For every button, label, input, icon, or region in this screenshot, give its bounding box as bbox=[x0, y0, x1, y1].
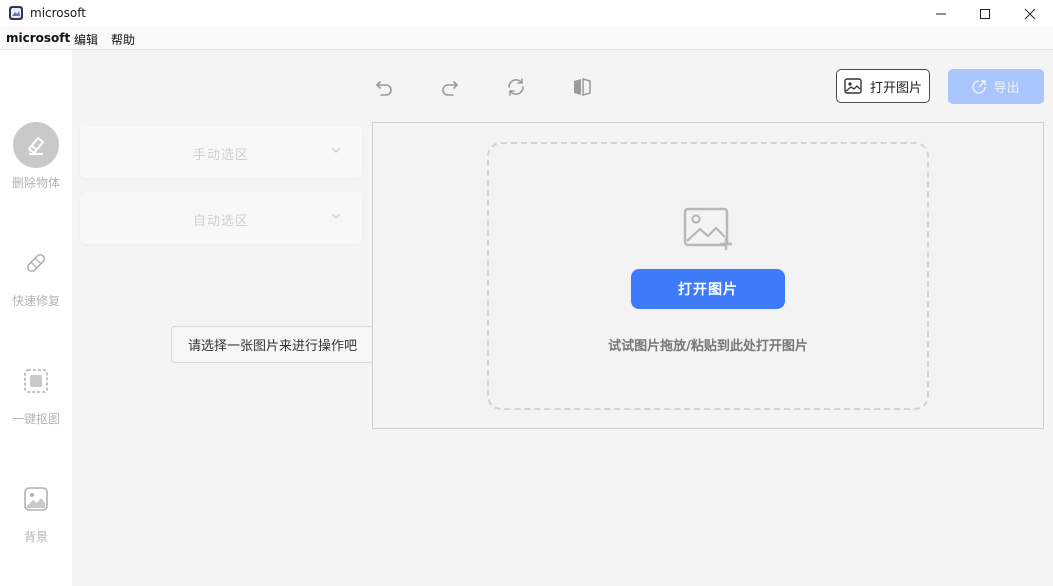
cutout-icon bbox=[13, 358, 59, 404]
chevron-down-icon bbox=[331, 147, 341, 153]
sidebar-item-quick-fix[interactable]: 快速修复 bbox=[0, 240, 72, 309]
minimize-button[interactable] bbox=[918, 0, 964, 27]
background-image-icon bbox=[13, 476, 59, 522]
sidebar-item-label: 一键抠图 bbox=[11, 412, 60, 426]
compare-button[interactable] bbox=[569, 74, 595, 100]
drop-hint: 试试图片拖放/粘贴到此处打开图片 bbox=[608, 339, 808, 354]
sidebar-item-background[interactable]: 背景 bbox=[0, 476, 72, 545]
menu-help[interactable]: 帮助 bbox=[111, 31, 135, 48]
title-bar: microsoft bbox=[0, 0, 1053, 27]
auto-selection-panel[interactable]: 自动选区 bbox=[80, 192, 362, 244]
redo-icon bbox=[442, 81, 458, 96]
sidebar-item-label: 删除物体 bbox=[11, 176, 60, 190]
menu-bar: microsoft 编辑 帮助 bbox=[0, 27, 1053, 50]
tooltip: 请选择一张图片来进行操作吧 bbox=[171, 326, 374, 363]
manual-selection-label: 手动选区 bbox=[192, 148, 249, 163]
menu-edit[interactable]: 编辑 bbox=[74, 31, 98, 48]
undo-button[interactable] bbox=[371, 74, 397, 100]
export-label: 导出 bbox=[993, 81, 1020, 96]
manual-selection-panel[interactable]: 手动选区 bbox=[80, 126, 362, 178]
menu-app[interactable]: microsoft bbox=[6, 31, 70, 45]
reset-button[interactable] bbox=[503, 74, 529, 100]
bandage-icon bbox=[13, 240, 59, 286]
minimize-icon bbox=[936, 13, 946, 14]
close-icon bbox=[1024, 8, 1036, 19]
sidebar: 删除物体 快速修复 一键抠图 背景 bbox=[0, 50, 72, 586]
eraser-icon bbox=[13, 122, 59, 168]
export-icon bbox=[972, 79, 987, 94]
open-image-button[interactable]: 打开图片 bbox=[836, 69, 930, 103]
image-icon bbox=[844, 78, 862, 94]
sidebar-item-label: 背景 bbox=[23, 530, 48, 544]
add-image-icon bbox=[683, 207, 735, 255]
app-icon bbox=[8, 5, 24, 21]
open-image-primary-button[interactable]: 打开图片 bbox=[631, 269, 785, 309]
chevron-down-icon bbox=[331, 213, 341, 219]
redo-button[interactable] bbox=[437, 74, 463, 100]
sidebar-item-remove-object[interactable]: 删除物体 bbox=[0, 122, 72, 191]
window-title: microsoft bbox=[30, 6, 86, 20]
maximize-icon bbox=[980, 8, 990, 19]
sidebar-item-cutout[interactable]: 一键抠图 bbox=[0, 358, 72, 427]
close-button[interactable] bbox=[1007, 0, 1053, 27]
reset-icon bbox=[508, 78, 524, 96]
export-button[interactable]: 导出 bbox=[948, 69, 1044, 104]
compare-icon bbox=[574, 78, 591, 96]
open-image-label: 打开图片 bbox=[869, 80, 922, 96]
maximize-button[interactable] bbox=[962, 0, 1008, 27]
sidebar-item-label: 快速修复 bbox=[11, 294, 60, 308]
auto-selection-label: 自动选区 bbox=[192, 214, 249, 229]
undo-icon bbox=[376, 81, 392, 96]
